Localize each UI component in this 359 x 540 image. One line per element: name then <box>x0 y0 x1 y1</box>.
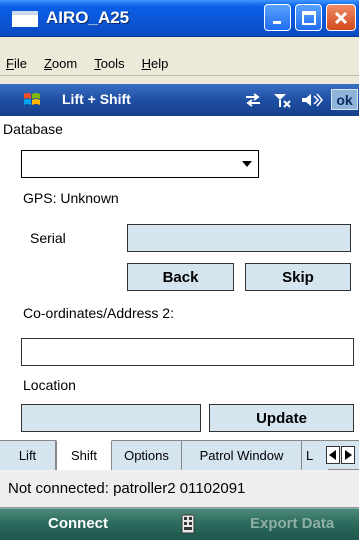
serial-label: Serial <box>30 230 66 246</box>
no-signal-icon[interactable] <box>274 94 291 108</box>
menubar: File Zoom Tools Help <box>0 52 359 76</box>
serial-input[interactable] <box>127 224 351 252</box>
menu-help-label: elp <box>150 56 169 71</box>
tab-patrol-window[interactable]: Patrol Window <box>182 441 302 470</box>
gps-status: GPS: Unknown <box>23 190 119 206</box>
device-title-bar: Lift + Shift ok <box>0 84 359 116</box>
back-button[interactable]: Back <box>127 263 234 291</box>
menu-zoom[interactable]: Zoom <box>41 56 77 71</box>
skip-button[interactable]: Skip <box>245 263 351 291</box>
connection-status: Not connected: patroller2 01102091 <box>0 470 359 508</box>
status-icons[interactable] <box>244 92 328 108</box>
windows-start-icon[interactable] <box>22 90 42 110</box>
tab-scroll-right-button[interactable] <box>341 446 355 464</box>
minimize-button[interactable] <box>264 4 291 31</box>
menubar-spacer <box>0 37 359 52</box>
window-title: AIRO_A25 <box>46 8 130 27</box>
menu-file-label: ile <box>13 56 27 71</box>
tab-lift[interactable]: Lift <box>0 441 56 470</box>
app-icon <box>12 11 38 27</box>
volume-icon[interactable] <box>302 93 323 107</box>
menu-help-mnemonic: H <box>141 56 151 71</box>
close-icon <box>334 11 348 24</box>
minimize-icon <box>272 20 281 24</box>
location-label: Location <box>23 377 76 393</box>
coordinates-label: Co-ordinates/Address 2: <box>23 305 174 321</box>
menu-zoom-label: oom <box>51 56 78 71</box>
export-data-softkey[interactable]: Export Data <box>250 515 334 532</box>
triangle-right-icon <box>345 450 352 460</box>
chevron-down-icon <box>242 161 252 167</box>
tab-shift[interactable]: Shift <box>56 440 112 470</box>
menu-file-mnemonic: F <box>6 56 14 71</box>
ok-button[interactable]: ok <box>331 89 358 110</box>
close-button[interactable] <box>326 4 356 31</box>
sync-icon[interactable] <box>246 93 260 107</box>
softkey-bar: Connect Export Data <box>0 508 359 540</box>
update-button[interactable]: Update <box>209 404 354 432</box>
maximize-button[interactable] <box>295 4 322 31</box>
tab-scroll-left-button[interactable] <box>326 446 340 464</box>
coordinates-input[interactable] <box>21 338 354 366</box>
tab-strip: Lift Shift Options Patrol Window L <box>0 440 359 470</box>
tab-partial[interactable]: L <box>302 441 328 470</box>
location-input[interactable] <box>21 404 201 432</box>
menu-tools-label: ools <box>100 56 125 71</box>
tab-options[interactable]: Options <box>112 441 182 470</box>
database-label: Database <box>3 121 63 137</box>
triangle-left-icon <box>329 450 336 460</box>
menu-help[interactable]: Help <box>139 56 169 71</box>
keyboard-icon[interactable] <box>181 514 195 534</box>
menu-zoom-mnemonic: Z <box>43 56 52 71</box>
window-title-bar: AIRO_A25 <box>0 0 359 37</box>
maximize-icon <box>301 10 316 25</box>
menu-file[interactable]: File <box>3 56 27 71</box>
database-dropdown[interactable] <box>21 150 259 178</box>
connect-softkey[interactable]: Connect <box>48 515 108 532</box>
menu-tools[interactable]: Tools <box>91 56 124 71</box>
device-title: Lift + Shift <box>62 91 131 107</box>
menubar-gap <box>0 76 359 84</box>
